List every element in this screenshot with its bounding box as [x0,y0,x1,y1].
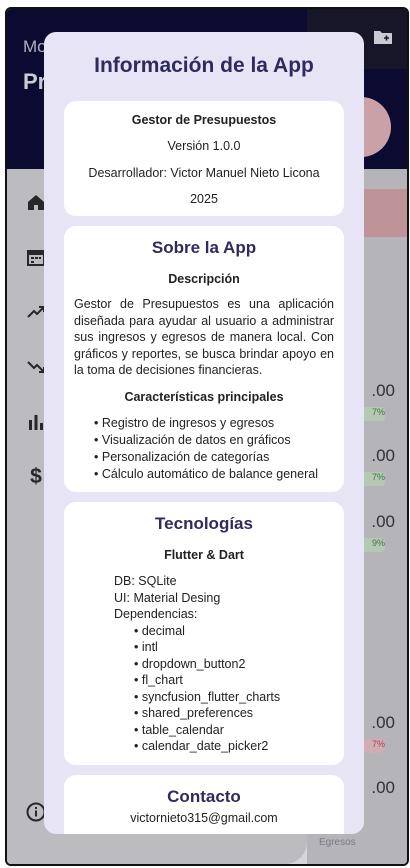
contact-card: Contacto victornieto315@gmail.com [64,775,344,834]
app-developer: Desarrollador: Victor Manuel Nieto Licon… [88,166,320,180]
technologies-list: DB: SQLite UI: Material Desing Dependenc… [64,573,344,755]
dependency-item: • fl_chart [134,673,183,687]
dependency-item: • dropdown_button2 [134,656,246,671]
about-heading: Sobre la App [151,238,257,257]
about-card: Sobre la App Descripción Gestor de Presu… [64,226,344,492]
dependency-item: • intl [134,640,158,654]
description-heading: Descripción [168,272,240,286]
app-year: 2025 [190,192,218,206]
stack-label: Flutter & Dart [164,548,244,562]
app-name: Gestor de Presupuestos [131,113,277,127]
dependency-item: • shared_preferences [134,706,254,720]
contact-email[interactable]: victornieto315@gmail.com [64,811,344,825]
feature-item: Cálculo automático de balance general [94,466,344,483]
features-heading: Características principales [124,390,284,404]
dependency-item: • syncfusion_flutter_charts [134,689,281,704]
technologies-card: Tecnologías Flutter & Dart DB: SQLite UI… [64,502,344,765]
db-text: DB: SQLite [114,574,177,588]
app-version: Versión 1.0.0 [167,139,241,153]
ui-text: UI: Material Desing [114,590,221,605]
description-text: Gestor de Presupuestos es una aplicación… [74,297,334,377]
feature-item: Visualización de datos en gráficos [94,432,344,449]
feature-item: Registro de ingresos y egresos [94,415,344,432]
app-info-dialog: Información de la App Gestor de Presupue… [44,32,364,834]
contact-heading: Contacto [167,787,241,806]
features-list: Registro de ingresos y egresos Visualiza… [64,415,344,483]
dependencies-label: Dependencias: [114,607,198,621]
dependency-item: • calendar_date_picker2 [134,739,269,753]
technologies-heading: Tecnologías [155,514,253,533]
dependency-item: • table_calendar [134,722,224,737]
dependency-item: • decimal [134,623,185,638]
feature-item: Personalización de categorías [94,449,344,466]
dialog-title: Información de la App [94,54,314,77]
app-info-card: Gestor de Presupuestos Versión 1.0.0 Des… [64,101,344,216]
